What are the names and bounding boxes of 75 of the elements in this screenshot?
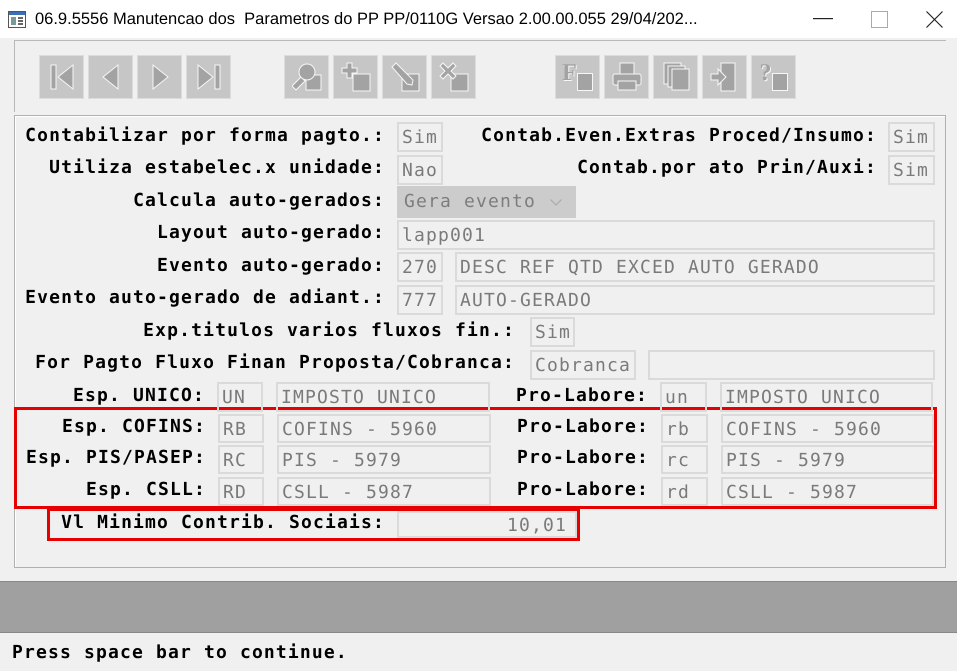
add-button[interactable] — [333, 55, 378, 99]
code-field[interactable]: un — [660, 382, 707, 412]
description-field[interactable]: DESC REF QTD EXCED AUTO GERADO — [455, 252, 935, 282]
code-field[interactable]: 777 — [397, 284, 443, 314]
code-field[interactable]: 270 — [397, 252, 443, 282]
previous-button[interactable] — [88, 55, 133, 99]
copy-button[interactable] — [653, 55, 698, 99]
field-label: Contab.Even.Extras Proced/Insumo: — [480, 126, 877, 146]
first-button[interactable] — [39, 55, 84, 99]
field-label: Pro-Labore: — [516, 448, 649, 468]
pencil-icon — [390, 62, 420, 92]
field-label: Esp. COFINS: — [61, 416, 206, 436]
description-field[interactable]: IMPOSTO UNICO — [720, 382, 933, 412]
chevron-icon — [550, 198, 562, 206]
printer-icon — [612, 62, 642, 92]
description-field[interactable]: AUTO-GERADO — [455, 284, 935, 314]
value-field[interactable]: Nao — [397, 154, 443, 184]
description-field[interactable]: CSLL - 5987 — [277, 476, 491, 506]
description-field[interactable]: CSLL - 5987 — [721, 476, 934, 506]
field-label: Pro-Labore: — [516, 416, 649, 436]
plus-icon — [340, 62, 370, 92]
page-icon — [576, 73, 593, 91]
description-field[interactable]: COFINS - 5960 — [277, 414, 491, 442]
field-label: Utiliza estabelec.x unidade: — [48, 158, 385, 178]
value-field[interactable]: Cobranca — [530, 350, 636, 380]
code-field[interactable]: RB — [218, 414, 264, 442]
code-field[interactable]: UN — [217, 382, 263, 412]
text-field[interactable]: lapp001 — [397, 220, 935, 250]
print-button[interactable] — [604, 55, 649, 99]
field-label: Layout auto-gerado: — [156, 223, 385, 243]
search-button[interactable] — [284, 55, 329, 99]
description-field[interactable]: PIS - 5979 — [721, 445, 934, 474]
field-label: Contabilizar por forma pagto.: — [24, 126, 385, 146]
edit-button[interactable] — [382, 55, 427, 99]
pages-icon — [660, 62, 690, 92]
window-icon — [8, 10, 26, 28]
field-label: For Pagto Fluxo Finan Proposta/Cobranca: — [34, 353, 515, 373]
next-button[interactable] — [137, 55, 182, 99]
field-label: Evento auto-gerado: — [156, 256, 385, 276]
code-field[interactable]: rc — [661, 445, 708, 474]
field-label: Pro-Labore: — [515, 386, 648, 406]
close-icon — [926, 10, 943, 28]
description-field[interactable]: COFINS - 5960 — [721, 414, 934, 442]
value-field[interactable]: Sim — [530, 317, 575, 347]
status-message: Press space bar to continue. — [12, 642, 348, 662]
magnifier-icon — [292, 62, 322, 92]
description-field[interactable]: IMPOSTO UNICO — [276, 382, 490, 412]
page-icon — [772, 73, 788, 91]
cross-icon — [438, 62, 468, 92]
last-button[interactable] — [186, 55, 231, 99]
field-label: Esp. CSLL: — [85, 480, 206, 500]
field-label: Vl Minimo Contrib. Sociais: — [60, 512, 385, 532]
window-title: 06.9.5556 Manutencao dos Parametros do PP PP/0110G Versao 2.00.00.055 29/04/202... — [35, 10, 698, 28]
close-button[interactable] — [926, 9, 943, 29]
maximize-button[interactable] — [871, 9, 888, 29]
delete-button[interactable] — [431, 55, 476, 99]
value-field[interactable]: Sim — [888, 122, 935, 152]
value-field[interactable]: Sim — [888, 154, 935, 184]
exit-button[interactable] — [702, 55, 747, 99]
field-label: Pro-Labore: — [516, 480, 649, 500]
code-field[interactable]: rb — [661, 414, 708, 442]
value-field[interactable]: Sim — [397, 122, 443, 152]
maximize-icon — [871, 10, 888, 28]
field-label: Calcula auto-gerados: — [132, 190, 385, 210]
minimize-icon — [813, 18, 833, 20]
code-field[interactable]: RD — [218, 476, 264, 506]
field-label: Evento auto-gerado de adiant.: — [24, 288, 385, 308]
code-field[interactable]: RC — [218, 445, 264, 474]
field-label: Exp.titulos varios fluxos fin.: — [142, 320, 515, 340]
field-label: Esp. UNICO: — [72, 386, 205, 406]
amount-field[interactable]: 10,01 — [397, 510, 577, 538]
description-field[interactable]: PIS - 5979 — [277, 445, 491, 474]
field-label: Esp. PIS/PASEP: — [25, 448, 206, 468]
field-label: Contab.por ato Prin/Auxi: — [576, 158, 877, 178]
code-field[interactable]: rd — [661, 476, 708, 506]
